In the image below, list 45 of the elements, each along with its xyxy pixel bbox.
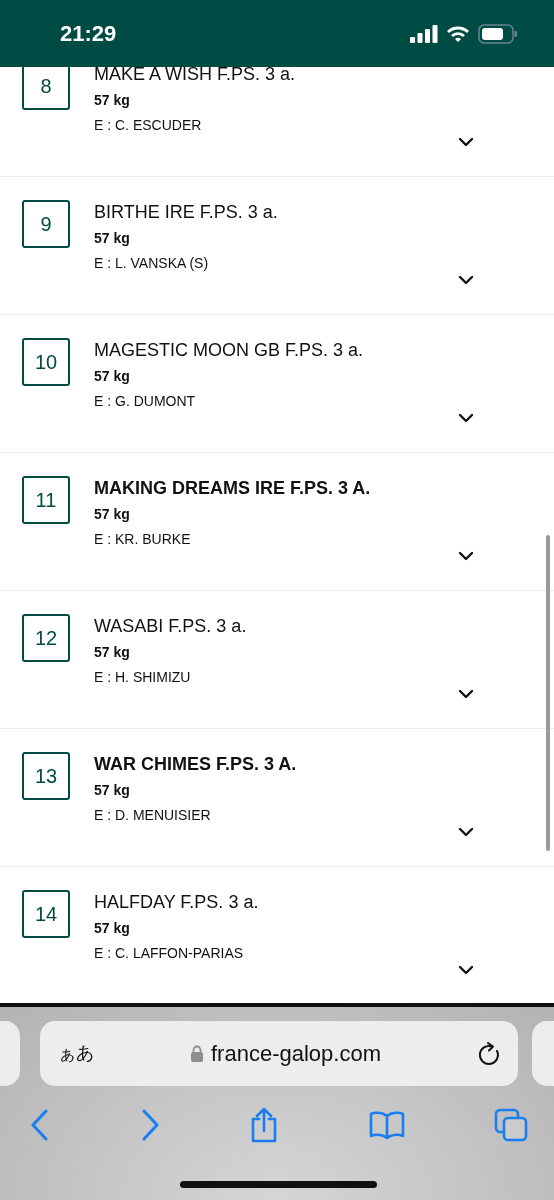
- wifi-icon: [446, 24, 470, 43]
- reload-icon[interactable]: [478, 1041, 500, 1066]
- saddle-number: 12: [22, 614, 70, 662]
- url-text: france-galop.com: [211, 1040, 381, 1068]
- saddle-number: 14: [22, 890, 70, 938]
- weight-text: 57 kg: [94, 367, 131, 386]
- horse-name: HALFDAY F.PS. 3 a.: [94, 891, 259, 913]
- saddle-number: 8: [22, 67, 70, 110]
- horse-name: WAR CHIMES F.PS. 3 A.: [94, 753, 297, 775]
- trainer-text: E : C. LAFFON-PARIAS: [94, 944, 245, 963]
- horse-name: MAGESTIC MOON GB F.PS. 3 a.: [94, 339, 364, 361]
- chevron-down-icon[interactable]: [458, 827, 474, 837]
- trainer-text: E : KR. BURKE: [94, 530, 192, 549]
- saddle-number: 11: [22, 476, 70, 524]
- weight-text: 57 kg: [94, 91, 131, 110]
- chevron-down-icon[interactable]: [458, 551, 474, 561]
- weight-text: 57 kg: [94, 505, 131, 524]
- horse-name: WASABI F.PS. 3 a.: [94, 615, 247, 637]
- address-bar[interactable]: ぁあ france-galop.com: [40, 1021, 518, 1086]
- status-time: 21:29: [60, 20, 117, 48]
- trainer-text: E : G. DUMONT: [94, 392, 197, 411]
- trainer-text: E : H. SHIMIZU: [94, 668, 192, 687]
- signal-icon: [410, 24, 438, 43]
- chevron-down-icon[interactable]: [458, 689, 474, 699]
- trainer-text: E : C. ESCUDER: [94, 116, 203, 135]
- share-icon[interactable]: [249, 1107, 279, 1143]
- battery-icon: [478, 23, 518, 44]
- weight-text: 57 kg: [94, 919, 131, 938]
- horse-name: BIRTHE IRE F.PS. 3 a.: [94, 201, 278, 223]
- chevron-down-icon[interactable]: [458, 275, 474, 285]
- trainer-text: E : L. VANSKA (S): [94, 254, 210, 273]
- horse-name: MAKING DREAMS IRE F.PS. 3 A.: [94, 477, 371, 499]
- text-size-button[interactable]: ぁあ: [58, 1040, 94, 1067]
- saddle-number: 10: [22, 338, 70, 386]
- weight-text: 57 kg: [94, 643, 131, 662]
- weight-text: 57 kg: [94, 781, 131, 800]
- trainer-text: E : D. MENUISIER: [94, 806, 212, 825]
- weight-text: 57 kg: [94, 229, 131, 248]
- chevron-down-icon[interactable]: [458, 413, 474, 423]
- lock-icon: [191, 1045, 203, 1062]
- horse-name: MAKE A WISH F.PS. 3 a.: [94, 67, 296, 85]
- saddle-number: 9: [22, 200, 70, 248]
- chevron-down-icon[interactable]: [458, 137, 474, 147]
- chevron-down-icon[interactable]: [458, 965, 474, 975]
- saddle-number: 13: [22, 752, 70, 800]
